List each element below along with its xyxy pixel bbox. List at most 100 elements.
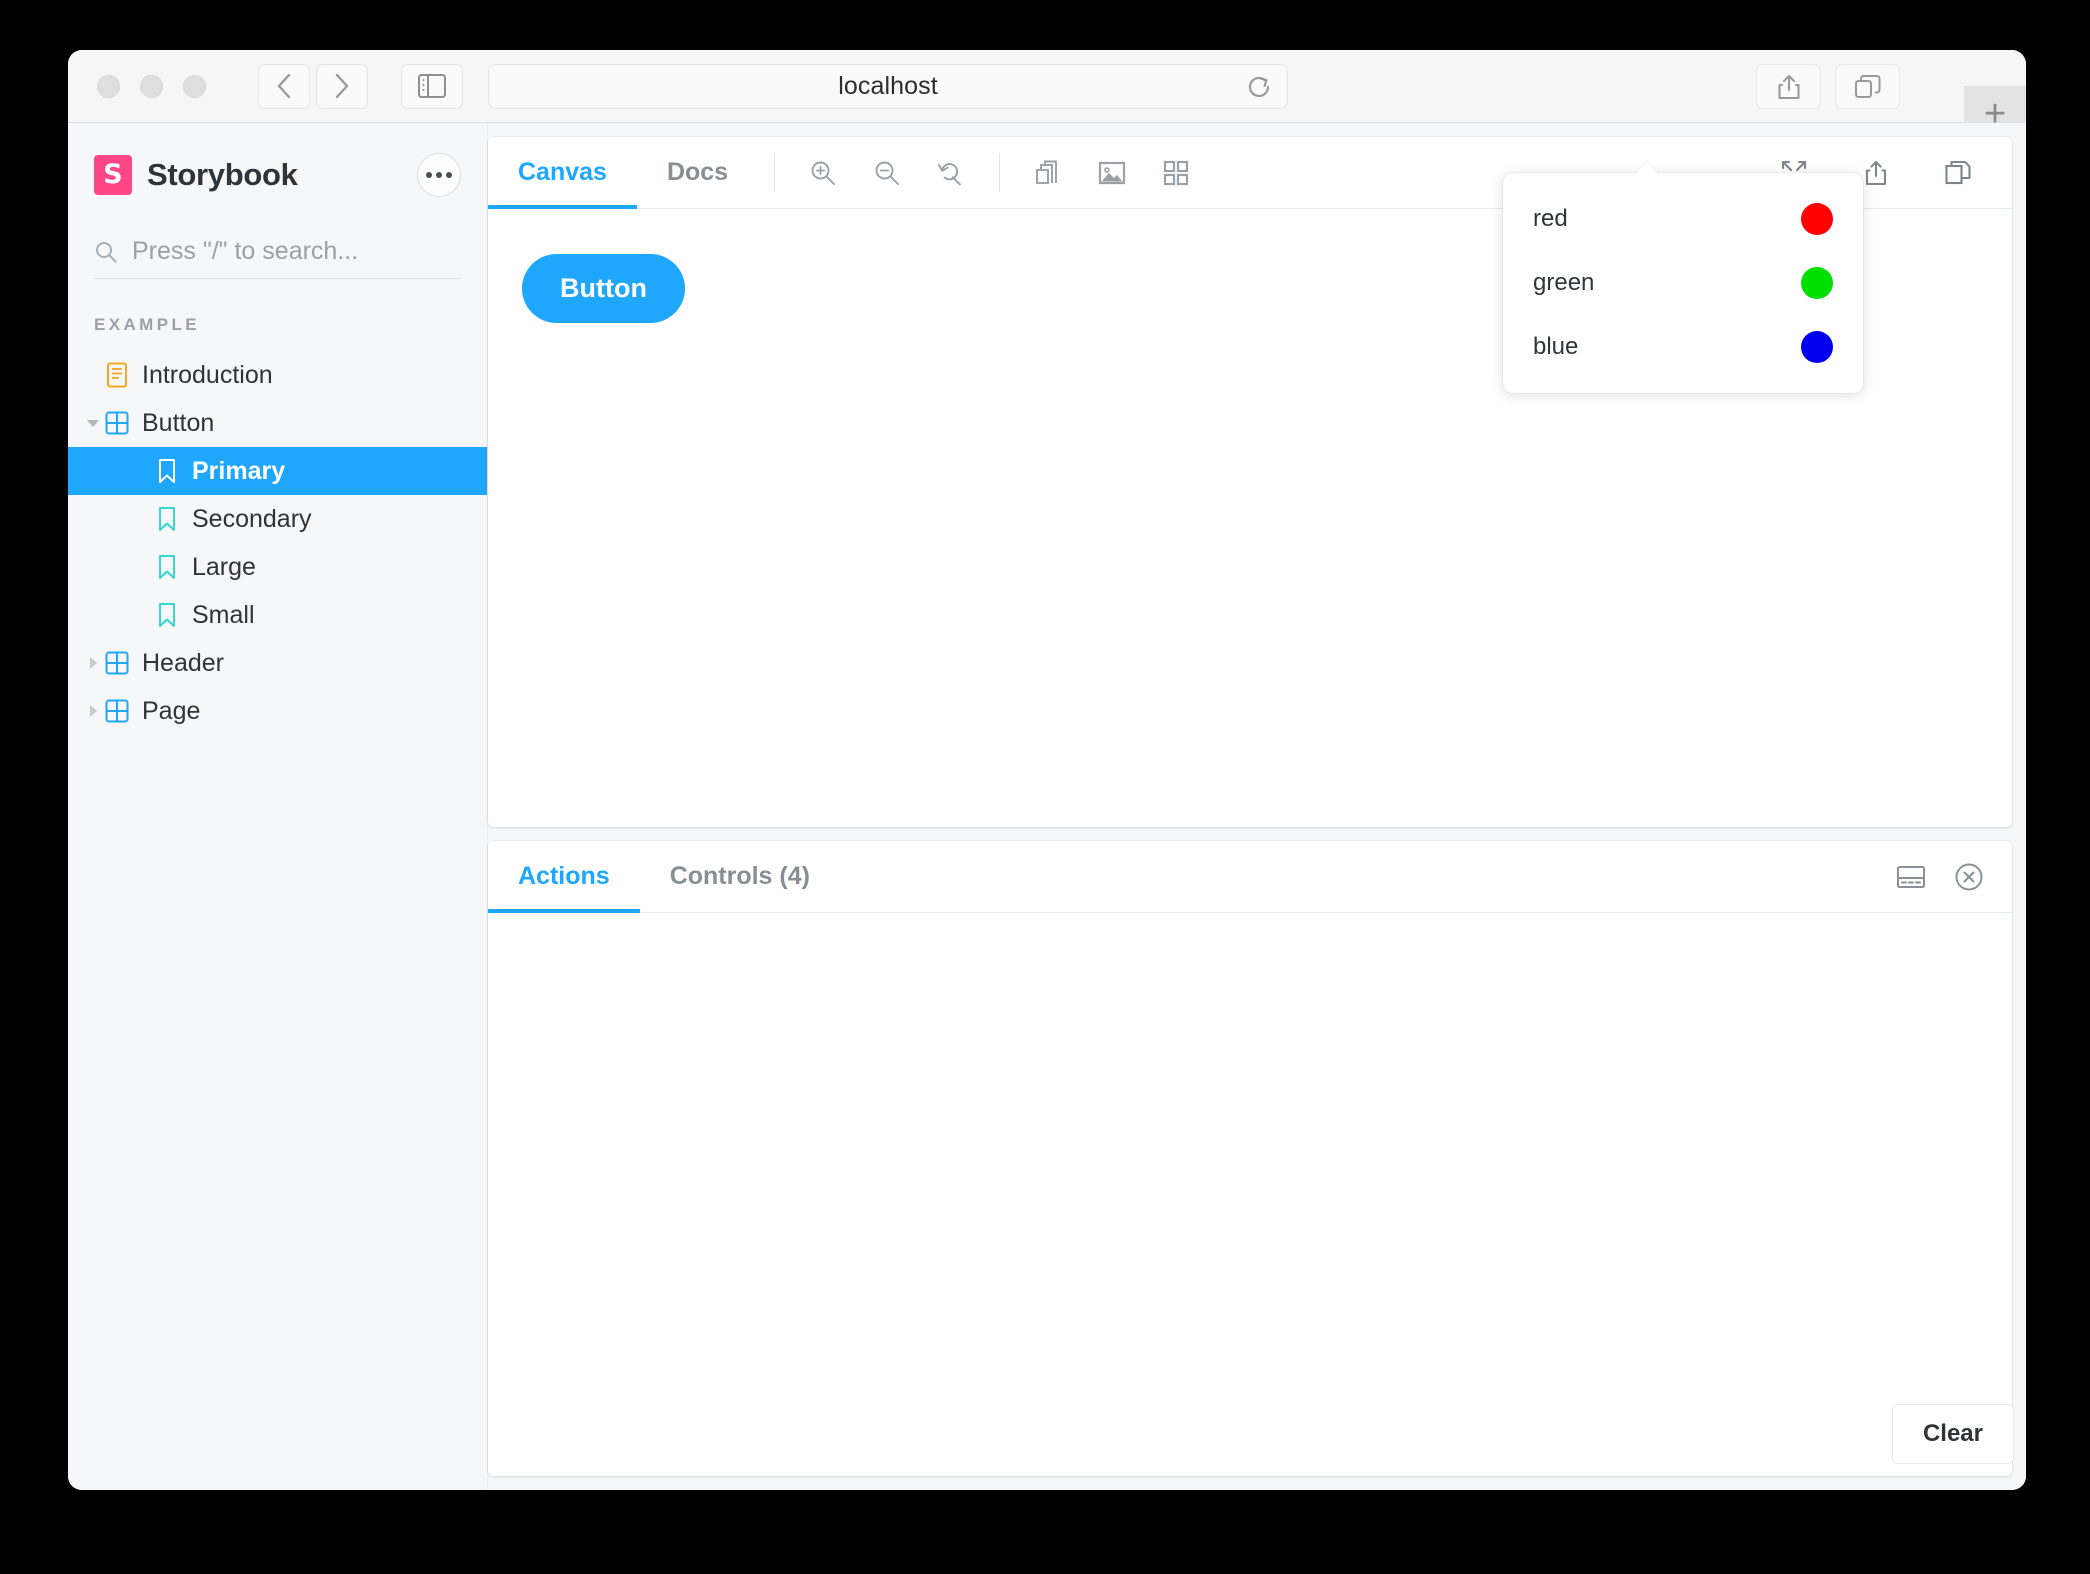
- zoom-out-icon: [872, 158, 902, 188]
- share-icon: [1863, 159, 1889, 187]
- copy-tabs-icon: [1854, 74, 1882, 100]
- background-option-label: blue: [1533, 333, 1579, 360]
- logo-letter: S: [103, 158, 123, 190]
- sidebar-item-label: Header: [142, 648, 224, 677]
- chevron-right-icon[interactable]: [82, 703, 104, 719]
- clear-button[interactable]: Clear: [1891, 1404, 2014, 1464]
- background-option-red[interactable]: red: [1503, 187, 1863, 251]
- browser-actions-group: [1756, 64, 1900, 109]
- sidebar-tree: EXAMPLE Introduction Button Primary Seconda…: [68, 315, 487, 735]
- story-icon: [154, 602, 180, 628]
- search-icon: [94, 240, 118, 264]
- sidebar-brand[interactable]: S Storybook: [68, 123, 487, 197]
- chevron-right-icon: [333, 72, 351, 100]
- share-button[interactable]: [1756, 64, 1821, 109]
- maximize-button[interactable]: [183, 74, 206, 98]
- sidebar-item-small[interactable]: Small: [68, 591, 487, 639]
- close-panel-button[interactable]: [1954, 862, 1984, 892]
- story-icon: [154, 554, 180, 580]
- browser-titlebar: localhost +: [68, 50, 2026, 142]
- dot-2: [436, 172, 442, 178]
- sidebar-item-primary[interactable]: Primary: [68, 447, 487, 495]
- storybook-app: S Storybook Press "/" to search... EXAMP…: [68, 123, 2026, 1490]
- minimize-button[interactable]: [140, 74, 163, 98]
- forward-button[interactable]: [316, 63, 368, 109]
- actions-log: Clear: [488, 913, 2014, 1476]
- zoom-in-icon: [808, 158, 838, 188]
- sidebar-item-label: Page: [142, 696, 201, 725]
- sidebar-item-introduction[interactable]: Introduction: [68, 351, 487, 399]
- tab-canvas[interactable]: Canvas: [488, 137, 637, 209]
- background-option-label: red: [1533, 205, 1568, 232]
- zoom-reset-button[interactable]: [919, 137, 983, 208]
- back-button[interactable]: [258, 63, 310, 109]
- preview-card: Canvas Docs Button red green blue: [488, 137, 2012, 827]
- zoom-in-button[interactable]: [791, 137, 855, 208]
- tab-controls[interactable]: Controls (4): [640, 841, 840, 912]
- grid-icon: [1163, 160, 1189, 186]
- sidebar-item-button[interactable]: Button: [68, 399, 487, 447]
- sidebar-item-label: Small: [192, 600, 255, 629]
- background-option-label: green: [1533, 269, 1595, 296]
- story-icon: [154, 506, 180, 532]
- chevron-left-icon: [275, 72, 293, 100]
- sidebar-item-page[interactable]: Page: [68, 687, 487, 735]
- sidebar-item-header[interactable]: Header: [68, 639, 487, 687]
- sidebar-item-label: Introduction: [142, 360, 273, 389]
- sidebar-item-label: Primary: [192, 456, 286, 485]
- component-icon: [104, 699, 130, 723]
- color-swatch: [1801, 331, 1833, 363]
- zoom-out-button[interactable]: [855, 137, 919, 208]
- story-icon: [154, 458, 180, 484]
- backgrounds-button[interactable]: [1080, 137, 1144, 208]
- navigation-button-group: [258, 63, 368, 109]
- backgrounds-icon: [1098, 159, 1126, 187]
- sidebar-item-large[interactable]: Large: [68, 543, 487, 591]
- sidebar-item-label: Large: [192, 552, 256, 581]
- tab-actions[interactable]: Actions: [488, 841, 640, 913]
- close-button[interactable]: [97, 74, 120, 98]
- browser-window: localhost + S Storybook Press "/" to sea…: [68, 50, 2026, 1490]
- close-panel-icon: [1954, 862, 1984, 892]
- open-new-tab-button[interactable]: [1926, 159, 1990, 187]
- addons-toolbar-right: [1896, 841, 2012, 912]
- chevron-right-icon[interactable]: [82, 655, 104, 671]
- backgrounds-option-list: red green blue: [1503, 187, 1863, 379]
- sidebar-toggle-button[interactable]: [401, 63, 463, 109]
- sidebar-item-secondary[interactable]: Secondary: [68, 495, 487, 543]
- sidebar-item-label: Button: [142, 408, 215, 437]
- panel-position-button[interactable]: [1896, 864, 1926, 890]
- tab-docs[interactable]: Docs: [637, 137, 758, 208]
- sidebar-item-label: Secondary: [192, 504, 312, 533]
- share-icon: [1776, 73, 1802, 101]
- toolbar-divider-1: [774, 153, 776, 192]
- component-icon: [104, 411, 130, 435]
- zoom-reset-icon: [936, 158, 966, 188]
- brand-title: Storybook: [147, 157, 298, 192]
- color-swatch: [1801, 267, 1833, 299]
- url-text: localhost: [838, 72, 938, 100]
- dot-1: [426, 172, 432, 178]
- color-swatch: [1801, 203, 1833, 235]
- search-input[interactable]: Press "/" to search...: [94, 237, 461, 279]
- chevron-down-icon[interactable]: [82, 415, 104, 431]
- background-option-green[interactable]: green: [1503, 251, 1863, 315]
- sidebar-panel-icon: [418, 74, 446, 98]
- sidebar-menu-button[interactable]: [417, 153, 461, 197]
- storybook-main: Canvas Docs Button red green blue Action…: [488, 123, 2026, 1490]
- background-option-blue[interactable]: blue: [1503, 315, 1863, 379]
- viewport-button[interactable]: [1016, 137, 1080, 208]
- document-icon: [104, 362, 130, 388]
- grid-button[interactable]: [1144, 137, 1208, 208]
- backgrounds-tooltip: red green blue: [1503, 173, 1863, 393]
- addons-tabbar: Actions Controls (4): [488, 841, 2012, 913]
- viewport-icon: [1034, 159, 1062, 187]
- tab-overview-button[interactable]: [1835, 64, 1900, 109]
- address-bar[interactable]: localhost: [488, 64, 1288, 109]
- story-primary-button[interactable]: Button: [522, 254, 685, 323]
- reload-icon[interactable]: [1245, 73, 1273, 101]
- tree-section-heading: EXAMPLE: [94, 315, 200, 334]
- addons-panel: Actions Controls (4) Clear: [488, 841, 2014, 1476]
- toolbar-divider-2: [999, 153, 1001, 192]
- component-icon: [104, 651, 130, 675]
